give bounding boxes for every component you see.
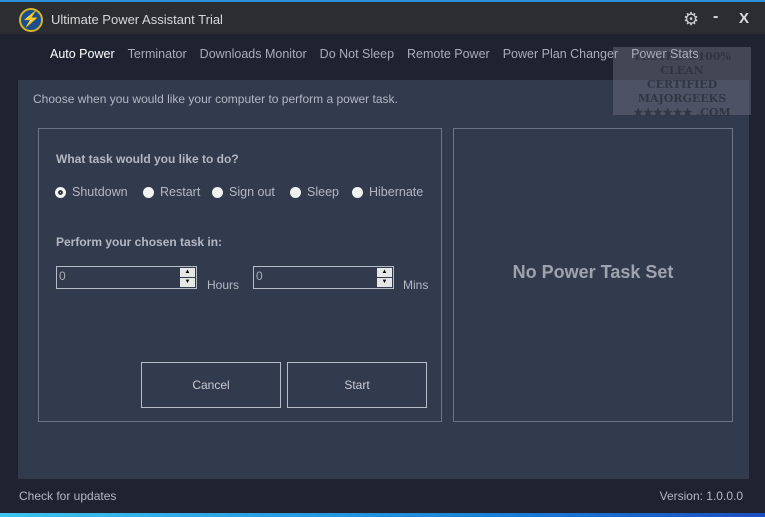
tab-terminator[interactable]: Terminator [128,47,187,61]
radio-sign-out[interactable]: Sign out [212,185,275,199]
radio-icon [290,186,301,198]
cancel-button[interactable]: Cancel [141,362,281,408]
auto-power-panel: Choose when you would like your computer… [18,80,749,479]
radio-restart[interactable]: Restart [143,185,200,199]
tab-downloads-monitor[interactable]: Downloads Monitor [200,47,307,61]
status-group: No Power Task Set [453,128,733,422]
minimize-button[interactable]: - [713,8,718,26]
hours-stepper[interactable]: ▲▼ [56,266,197,289]
mins-unit-label: Mins [403,278,429,292]
tab-remote-power[interactable]: Remote Power [407,47,490,61]
intro-text: Choose when you would like your computer… [33,92,398,106]
radio-label: Restart [160,185,201,199]
mins-down-arrow-icon[interactable]: ▼ [377,278,392,287]
title-bar: ⚡ Ultimate Power Assistant Trial ⚙ - X [0,2,765,34]
radio-shutdown[interactable]: Shutdown [55,185,128,199]
main-nav: Auto Power Terminator Downloads Monitor … [50,47,698,61]
mins-stepper[interactable]: ▲▼ [253,266,394,289]
task-question-label: What task would you like to do? [56,152,239,166]
radio-label: Sleep [307,185,339,199]
power-task-status: No Power Task Set [512,262,674,282]
radio-icon [212,186,223,198]
time-label: Perform your chosen task in: [56,235,223,249]
radio-sleep[interactable]: Sleep [290,185,339,199]
mins-up-arrow-icon[interactable]: ▲ [377,268,392,277]
radio-icon [143,186,154,198]
start-button[interactable]: Start [287,362,427,408]
radio-label: Shutdown [72,185,128,199]
tab-power-stats[interactable]: Power Stats [631,47,698,61]
hours-down-arrow-icon[interactable]: ▼ [180,278,195,287]
radio-hibernate[interactable]: Hibernate [352,185,423,199]
tab-auto-power[interactable]: Auto Power [50,47,115,61]
tab-do-not-sleep[interactable]: Do Not Sleep [320,47,394,61]
app-logo-lightning-icon: ⚡ [19,8,43,32]
check-for-updates-link[interactable]: Check for updates [19,489,116,503]
radio-selected-icon [55,186,66,198]
window-title: Ultimate Power Assistant Trial [51,12,223,27]
radio-label: Sign out [229,185,275,199]
close-button[interactable]: X [739,10,749,27]
radio-label: Hibernate [369,185,424,199]
gear-icon[interactable]: ⚙ [683,9,699,30]
radio-icon [352,186,363,198]
window-bottom-accent [0,513,765,517]
mins-input[interactable] [256,269,371,283]
hours-up-arrow-icon[interactable]: ▲ [180,268,195,277]
version-label: Version: 1.0.0.0 [659,489,743,503]
hours-unit-label: Hours [207,278,240,292]
tab-power-plan-changer[interactable]: Power Plan Changer [503,47,618,61]
task-settings-group: What task would you like to do? Shutdown… [38,128,442,422]
hours-input[interactable] [59,269,174,283]
